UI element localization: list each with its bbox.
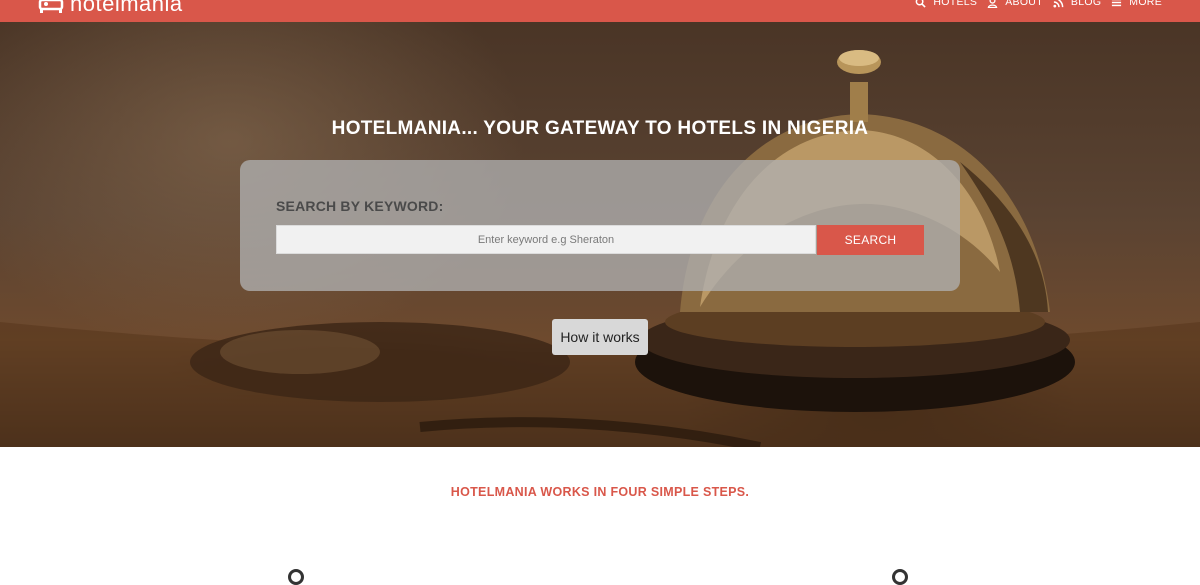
nav-label-about: ABOUT <box>1005 0 1043 8</box>
search-panel: SEARCH BY KEYWORD: SEARCH <box>240 160 960 291</box>
nav-label-more: MORE <box>1129 0 1162 8</box>
main-nav: HOTELS ABOUT BLOG MORE <box>915 0 1162 8</box>
nav-item-about[interactable]: ABOUT <box>987 0 1043 8</box>
nav-label-blog: BLOG <box>1070 0 1102 8</box>
step-icon <box>288 569 304 585</box>
nav-label-hotels: HOTELS <box>933 0 978 8</box>
search-button[interactable]: SEARCH <box>817 225 924 255</box>
hotel-bed-icon <box>38 0 66 14</box>
search-icon <box>916 0 927 8</box>
search-input[interactable] <box>276 225 816 254</box>
hero-title: HOTELMANIA... YOUR GATEWAY TO HOTELS IN … <box>331 118 869 139</box>
hero-section: HOTELMANIA... YOUR GATEWAY TO HOTELS IN … <box>0 22 1200 447</box>
nav-item-more[interactable]: MORE <box>1111 0 1162 8</box>
top-navbar: hotelmania HOTELS ABOUT BLOG MORE <box>0 0 1200 22</box>
step-icon <box>892 569 908 585</box>
logo-text: hotelmania <box>70 0 183 16</box>
search-label: SEARCH BY KEYWORD: <box>276 198 444 214</box>
logo[interactable]: hotelmania <box>38 0 183 17</box>
user-icon <box>987 0 998 8</box>
menu-icon <box>1112 1 1122 6</box>
nav-item-blog[interactable]: BLOG <box>1053 0 1101 8</box>
steps-title: HOTELMANIA WORKS IN FOUR SIMPLE STEPS. <box>450 485 750 499</box>
rss-icon <box>1053 0 1064 8</box>
how-it-works-button[interactable]: How it works <box>552 319 648 355</box>
nav-item-hotels[interactable]: HOTELS <box>915 0 977 8</box>
